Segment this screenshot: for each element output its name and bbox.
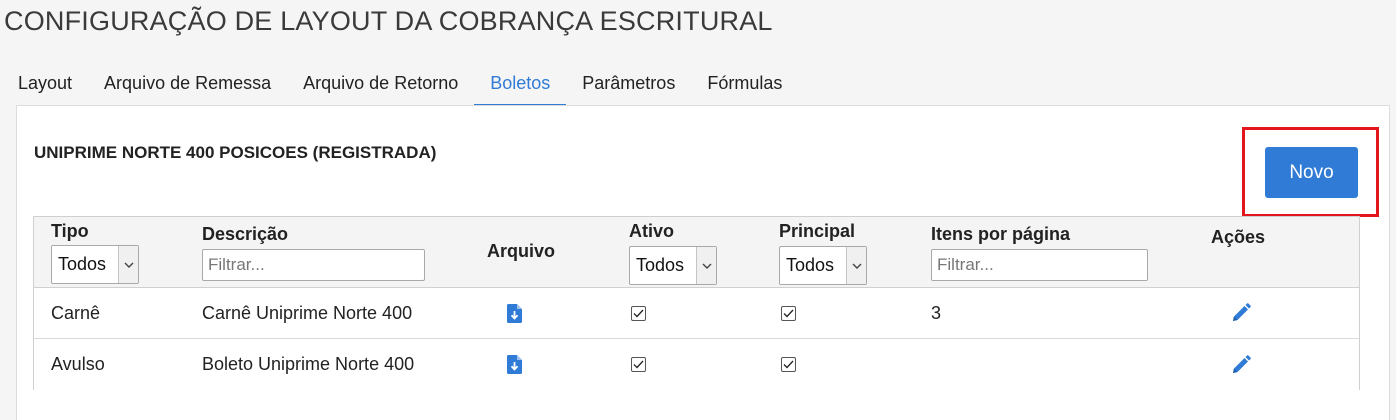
cell-ativo (631, 339, 646, 390)
column-label-tipo: Tipo (51, 221, 89, 241)
grid-header: Tipo Todos Descrição Arquivo (34, 217, 1359, 288)
page-title: CONFIGURAÇÃO DE LAYOUT DA COBRANÇA ESCRI… (4, 6, 773, 36)
column-tipo: Tipo Todos (51, 221, 139, 284)
column-label-principal: Principal (779, 221, 856, 241)
principal-checkbox[interactable] (781, 305, 796, 321)
column-label-arquivo: Arquivo (487, 241, 556, 261)
tab-boletos[interactable]: Boletos (474, 62, 567, 106)
column-acoes: Ações (1211, 227, 1265, 248)
column-ativo: Ativo Todos (629, 221, 717, 285)
cell-tipo: Carnê (51, 302, 101, 323)
boletos-grid: Tipo Todos Descrição Arquivo (33, 216, 1360, 390)
column-label-itens-por-pagina: Itens por página (931, 224, 1071, 244)
ativo-checkbox[interactable] (631, 305, 646, 321)
column-itens-por-pagina: Itens por página (931, 224, 1148, 281)
column-arquivo: Arquivo (487, 241, 555, 262)
pencil-icon[interactable] (1231, 303, 1251, 323)
descricao-filter-input[interactable] (202, 249, 425, 281)
cell-descricao: Boleto Uniprime Norte 400 (202, 354, 415, 374)
tab-bar: Layout Arquivo de Remessa Arquivo de Ret… (2, 62, 798, 106)
ativo-filter-select[interactable]: Todos (629, 246, 717, 285)
tipo-filter-select[interactable]: Todos (51, 245, 139, 284)
column-label-ativo: Ativo (629, 221, 674, 241)
checkmark-icon (783, 360, 794, 369)
cell-descricao: Carnê Uniprime Norte 400 (202, 302, 413, 323)
column-descricao: Descrição (202, 224, 425, 281)
layout-name: UNIPRIME NORTE 400 POSICOES (REGISTRADA) (34, 143, 437, 162)
cell-acoes (1231, 339, 1251, 390)
page: CONFIGURAÇÃO DE LAYOUT DA COBRANÇA ESCRI… (0, 0, 1396, 420)
cell-itens: 3 (931, 302, 942, 323)
principal-checkbox[interactable] (781, 357, 796, 372)
tab-parametros[interactable]: Parâmetros (566, 62, 691, 106)
checkmark-icon (783, 309, 794, 317)
principal-filter-select[interactable]: Todos (779, 246, 867, 285)
cell-principal (781, 339, 796, 390)
tab-formulas[interactable]: Fórmulas (691, 62, 798, 106)
table-row: Carnê Carnê Uniprime Norte 400 3 (34, 288, 1359, 339)
tab-arquivo-de-retorno[interactable]: Arquivo de Retorno (287, 62, 474, 106)
file-download-icon[interactable] (507, 355, 522, 374)
chevron-down-icon (118, 246, 138, 283)
file-download-icon[interactable] (507, 303, 522, 323)
principal-filter-value: Todos (786, 255, 835, 275)
tab-arquivo-de-remessa[interactable]: Arquivo de Remessa (88, 62, 287, 106)
column-label-acoes: Ações (1211, 227, 1266, 247)
column-label-descricao: Descrição (202, 224, 289, 244)
tipo-filter-value: Todos (58, 254, 107, 274)
ativo-checkbox[interactable] (631, 357, 646, 372)
checkmark-icon (633, 360, 644, 369)
boletos-panel: UNIPRIME NORTE 400 POSICOES (REGISTRADA)… (16, 105, 1390, 420)
cell-arquivo (507, 288, 522, 338)
cell-acoes (1231, 288, 1251, 338)
new-button[interactable]: Novo (1265, 147, 1358, 198)
ativo-filter-value: Todos (636, 255, 685, 275)
itens-filter-input[interactable] (931, 249, 1148, 281)
table-row: Avulso Boleto Uniprime Norte 400 (34, 339, 1359, 390)
pencil-icon[interactable] (1231, 354, 1251, 375)
cell-tipo: Avulso (51, 354, 105, 374)
cell-arquivo (507, 339, 522, 390)
checkmark-icon (633, 309, 644, 317)
tab-layout[interactable]: Layout (2, 62, 88, 106)
column-principal: Principal Todos (779, 221, 867, 285)
chevron-down-icon (696, 247, 716, 284)
chevron-down-icon (846, 247, 866, 284)
cell-principal (781, 288, 796, 338)
cell-ativo (631, 288, 646, 338)
